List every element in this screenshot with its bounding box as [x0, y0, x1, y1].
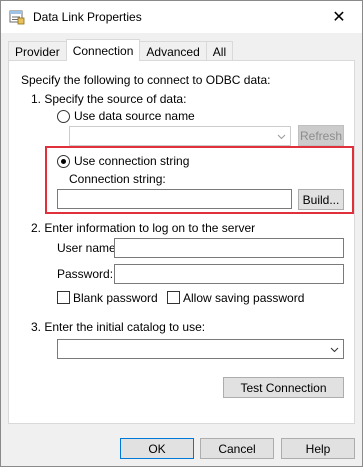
- data-link-properties-window: Data Link Properties ✕ Provider Connecti…: [0, 0, 363, 467]
- blank-password-checkbox[interactable]: [57, 291, 70, 304]
- use-dsn-radio[interactable]: [57, 110, 70, 123]
- chevron-down-icon: [277, 134, 286, 140]
- ok-button[interactable]: OK: [120, 438, 194, 459]
- use-connection-string-radio[interactable]: [57, 155, 70, 168]
- allow-saving-password-checkbox[interactable]: [167, 291, 180, 304]
- dsn-dropdown[interactable]: [69, 126, 291, 146]
- data-link-icon: [9, 10, 25, 25]
- use-connection-string-label: Use connection string: [74, 154, 190, 168]
- allow-saving-password-label: Allow saving password: [183, 291, 305, 305]
- cancel-button[interactable]: Cancel: [200, 438, 274, 459]
- close-icon: ✕: [332, 8, 346, 26]
- window-title: Data Link Properties: [33, 10, 142, 24]
- connection-panel: Specify the following to connect to ODBC…: [8, 60, 355, 424]
- step2-heading: 2. Enter information to log on to the se…: [31, 221, 256, 235]
- connection-string-input[interactable]: [57, 189, 292, 209]
- build-button[interactable]: Build...: [298, 189, 344, 210]
- intro-text: Specify the following to connect to ODBC…: [21, 73, 271, 87]
- connection-string-caption: Connection string:: [69, 172, 166, 186]
- refresh-button[interactable]: Refresh: [298, 125, 344, 146]
- username-label: User name:: [57, 241, 120, 255]
- password-input[interactable]: [114, 264, 344, 284]
- step1-heading: 1. Specify the source of data:: [31, 92, 187, 106]
- username-input[interactable]: [114, 238, 344, 258]
- tab-strip: Provider Connection Advanced All: [8, 39, 234, 61]
- password-label: Password:: [57, 267, 114, 281]
- chevron-down-icon: [330, 347, 339, 353]
- initial-catalog-dropdown[interactable]: [57, 339, 344, 359]
- tab-connection[interactable]: Connection: [65, 39, 141, 61]
- test-connection-button[interactable]: Test Connection: [223, 377, 344, 398]
- use-dsn-label: Use data source name: [74, 109, 195, 123]
- close-button[interactable]: ✕: [316, 1, 362, 32]
- tab-all[interactable]: All: [205, 41, 234, 61]
- step3-heading: 3. Enter the initial catalog to use:: [31, 320, 206, 334]
- blank-password-label: Blank password: [73, 291, 158, 305]
- tab-advanced[interactable]: Advanced: [139, 41, 207, 61]
- help-button[interactable]: Help: [281, 438, 355, 459]
- title-bar: Data Link Properties ✕: [1, 1, 362, 33]
- tab-provider[interactable]: Provider: [8, 41, 67, 61]
